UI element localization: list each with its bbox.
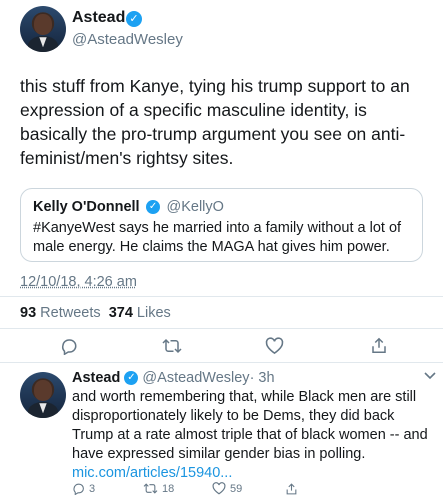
- chevron-down-icon[interactable]: [424, 372, 436, 380]
- retweets-count: 93: [20, 305, 37, 321]
- verified-icon: ✓: [124, 371, 139, 386]
- share-icon: [286, 483, 297, 495]
- quoted-tweet[interactable]: Kelly O'Donnell ✓ @KellyO #KanyeWest say…: [20, 188, 423, 262]
- tweet-timestamp[interactable]: 12/10/18, 4:26 am: [20, 274, 137, 290]
- quoted-tweet-text: #KanyeWest says he married into a family…: [33, 220, 402, 255]
- retweets-label: Retweets: [40, 305, 101, 321]
- share-action[interactable]: [285, 482, 298, 496]
- share-icon[interactable]: [370, 336, 388, 355]
- reply-icon[interactable]: [60, 337, 78, 355]
- likes-count: 374: [108, 305, 133, 321]
- reply-header: Astead ✓ @AsteadWesley· 3h: [72, 370, 275, 386]
- engagement-counts: 93 Retweets 374 Likes: [20, 305, 171, 321]
- reply-icon: [73, 483, 84, 495]
- heart-icon: [212, 482, 226, 495]
- retweet-count: 18: [162, 482, 175, 495]
- quoted-author-handle: @KellyO: [166, 199, 224, 215]
- heart-icon[interactable]: [265, 337, 284, 355]
- tweet-text: this stuff from Kanye, tying his trump s…: [20, 76, 410, 168]
- retweet-icon[interactable]: [162, 337, 182, 355]
- author-name[interactable]: Astead: [72, 9, 125, 27]
- verified-icon: ✓: [126, 11, 142, 27]
- reply-tweet-text: and worth remembering that, while Black …: [72, 388, 436, 483]
- divider: [0, 296, 443, 297]
- retweet-action[interactable]: 18: [143, 482, 174, 495]
- reply-time[interactable]: · 3h: [250, 370, 275, 386]
- reply-author-name[interactable]: Astead: [72, 370, 120, 386]
- retweet-icon: [143, 483, 158, 494]
- article-link[interactable]: mic.com/articles/15940...: [72, 465, 232, 481]
- like-count: 59: [230, 482, 243, 495]
- likes-label: Likes: [136, 305, 171, 321]
- author-avatar[interactable]: [20, 6, 66, 52]
- reply-action[interactable]: 3: [72, 482, 95, 495]
- divider: [0, 362, 443, 363]
- retweets-stat[interactable]: 93 Retweets: [20, 305, 101, 321]
- like-action[interactable]: 59: [212, 482, 242, 495]
- author-handle[interactable]: @AsteadWesley: [72, 31, 183, 48]
- divider: [0, 328, 443, 329]
- reply-author-avatar[interactable]: [20, 372, 66, 418]
- verified-icon: ✓: [146, 199, 161, 214]
- reply-count: 3: [89, 482, 96, 495]
- reply-text-body: and worth remembering that, while Black …: [72, 389, 428, 462]
- reply-author-handle[interactable]: @AsteadWesley: [142, 370, 249, 386]
- likes-stat[interactable]: 374 Likes: [109, 305, 171, 321]
- quoted-author-name: Kelly O'Donnell: [33, 199, 140, 215]
